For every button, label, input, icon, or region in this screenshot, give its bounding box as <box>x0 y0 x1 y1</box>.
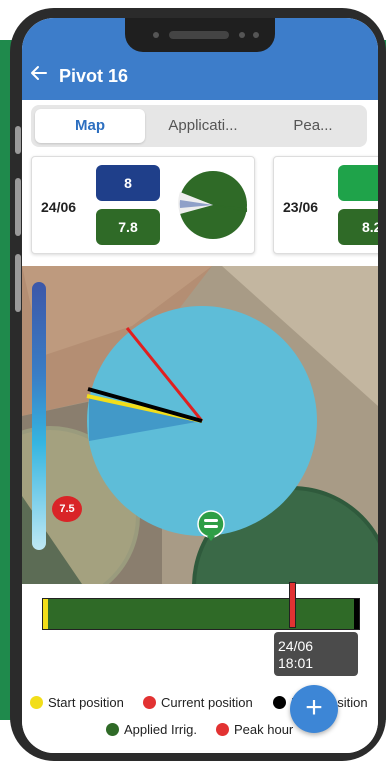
plus-icon: + <box>305 691 323 724</box>
camera-dot <box>239 32 245 38</box>
speaker-slot <box>169 31 229 39</box>
color-scale-bar <box>32 282 46 550</box>
card-date: 24/06 <box>41 199 77 215</box>
green-dot-icon <box>106 723 119 736</box>
tab-application[interactable]: Applicati... <box>153 109 253 143</box>
timeline-bar[interactable] <box>42 598 360 630</box>
yellow-dot-icon <box>30 696 43 709</box>
satellite-map[interactable]: 7.5 <box>22 266 378 584</box>
timeline-tooltip: 24/06 18:01 <box>274 632 358 676</box>
arrow-left-icon[interactable] <box>30 64 48 82</box>
legend-item-applied: Applied Irrig. <box>106 722 197 737</box>
phone-side-button <box>15 178 21 236</box>
scale-value-marker: 7.5 <box>52 496 82 522</box>
applied-value-badge: 8.2 <box>338 209 378 245</box>
camera-dot <box>153 32 159 38</box>
legend-item-start: Start position <box>30 695 124 710</box>
add-button[interactable]: + <box>290 685 338 733</box>
legend-item-current: Current position <box>143 695 253 710</box>
tab-bar: Map Applicati... Pea... <box>31 105 367 147</box>
phone-notch <box>125 18 275 52</box>
card-date: 23/06 <box>283 199 319 215</box>
app-screen: Pivot 16 Map Applicati... Pea... 24/06 8… <box>22 18 378 753</box>
planned-value-badge <box>338 165 378 201</box>
start-position-marker <box>43 599 48 629</box>
black-dot-icon <box>273 696 286 709</box>
phone-side-button <box>15 126 21 154</box>
page-title: Pivot 16 <box>59 66 129 86</box>
pivot-marker-icon[interactable] <box>196 510 226 542</box>
pivot-pie-chart <box>178 171 248 239</box>
tooltip-date: 24/06 <box>278 638 314 654</box>
day-card[interactable]: 23/06 8.2 <box>273 156 378 254</box>
applied-value-badge: 7.8 <box>96 209 160 245</box>
planned-value-badge: 8 <box>96 165 160 201</box>
tab-map[interactable]: Map <box>35 109 145 143</box>
tooltip-time: 18:01 <box>278 655 314 671</box>
day-card[interactable]: 24/06 8 7.8 <box>31 156 255 254</box>
current-position-marker[interactable] <box>289 582 296 628</box>
tab-peak[interactable]: Pea... <box>263 109 363 143</box>
red-dot-icon <box>143 696 156 709</box>
phone-side-button <box>15 254 21 312</box>
final-position-marker <box>354 599 359 629</box>
camera-dot <box>253 32 259 38</box>
red-dot-icon <box>216 723 229 736</box>
legend-item-peak: Peak hour <box>216 722 293 737</box>
